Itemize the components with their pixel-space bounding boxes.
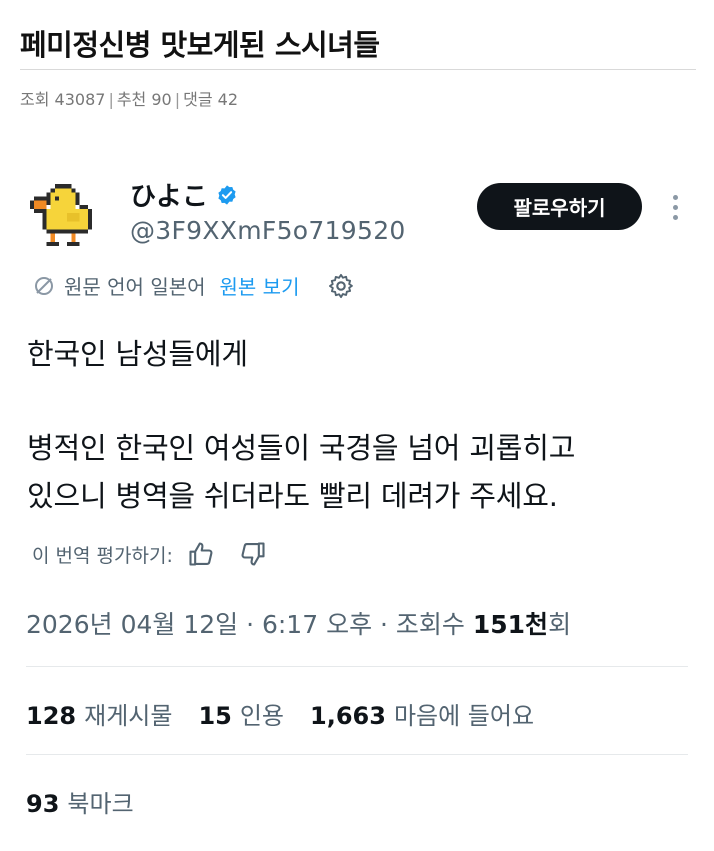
- verified-badge-icon: [218, 184, 236, 205]
- retweets-stat[interactable]: 128 재게시물: [26, 696, 172, 731]
- likes-label: 마음에 들어요: [393, 702, 535, 730]
- gear-icon[interactable]: [327, 272, 355, 300]
- thumbs-down-icon[interactable]: [239, 540, 267, 568]
- bookmarks-count: 93: [26, 790, 60, 818]
- translation-bar: 원문 언어 일본어 원본 보기: [32, 271, 355, 300]
- tweet-timestamp: 2026년 04월 12일 · 6:17 오후 · 조회수 151천회: [26, 605, 571, 641]
- bookmarks-label: 북마크: [67, 790, 134, 818]
- timestamp-text[interactable]: 2026년 04월 12일 · 6:17 오후 · 조회수: [26, 610, 465, 639]
- retweets-label: 재게시물: [84, 702, 173, 730]
- tweet-text-line: 한국인 남성들에게: [27, 337, 248, 371]
- quotes-stat[interactable]: 15 인용: [198, 696, 284, 731]
- meta-separator: |: [108, 90, 114, 109]
- views-suffix: 회: [548, 610, 572, 639]
- engagement-stats: 128 재게시물 15 인용 1,663 마음에 들어요: [26, 696, 534, 731]
- quotes-count: 15: [198, 702, 232, 730]
- post-title: 페미정신병 맛보게된 스시녀들: [20, 28, 380, 62]
- views-value: 151천: [472, 610, 549, 639]
- author-handle[interactable]: @3F9XXmF5o719520: [130, 216, 406, 245]
- post-meta: 조회 43087 | 추천 90 | 댓글 42: [20, 86, 238, 110]
- tweet-text: 한국인 남성들에게 병적인 한국인 여성들이 국경을 넘어 괴롭히고 있으니 병…: [27, 330, 575, 520]
- retweets-count: 128: [26, 702, 77, 730]
- avatar[interactable]: [30, 180, 96, 246]
- likes-stat[interactable]: 1,663 마음에 들어요: [310, 696, 534, 731]
- tweet-text-line: 병적인 한국인 여성들이 국경을 넘어 괴롭히고: [27, 431, 576, 465]
- views-count: 조회 43087: [20, 90, 106, 109]
- thumbs-up-icon[interactable]: [187, 540, 215, 568]
- display-name[interactable]: ひよこ: [130, 176, 208, 213]
- recommend-count: 추천 90: [116, 90, 172, 109]
- comments-count: 댓글 42: [183, 90, 238, 109]
- divider: [26, 666, 688, 667]
- follow-button[interactable]: 팔로우하기: [477, 183, 642, 230]
- quotes-label: 인용: [239, 702, 285, 730]
- translate-icon: [35, 276, 53, 295]
- likes-count: 1,663: [310, 702, 386, 730]
- translation-source-label: 원문 언어 일본어: [64, 275, 206, 299]
- author-name-row: ひよこ: [130, 176, 238, 213]
- divider: [26, 754, 688, 755]
- bookmarks-stat[interactable]: 93 북마크: [26, 784, 134, 819]
- tweet-text-line: 있으니 병역을 쉬더라도 빨리 데려가 주세요.: [27, 479, 558, 513]
- title-divider: [20, 69, 696, 70]
- more-dots-icon[interactable]: [660, 188, 690, 226]
- show-original-link[interactable]: 원본 보기: [220, 271, 300, 300]
- rate-translation-label: 이 번역 평가하기:: [32, 544, 173, 567]
- meta-separator: |: [174, 90, 181, 109]
- rate-translation-row: 이 번역 평가하기:: [32, 540, 267, 568]
